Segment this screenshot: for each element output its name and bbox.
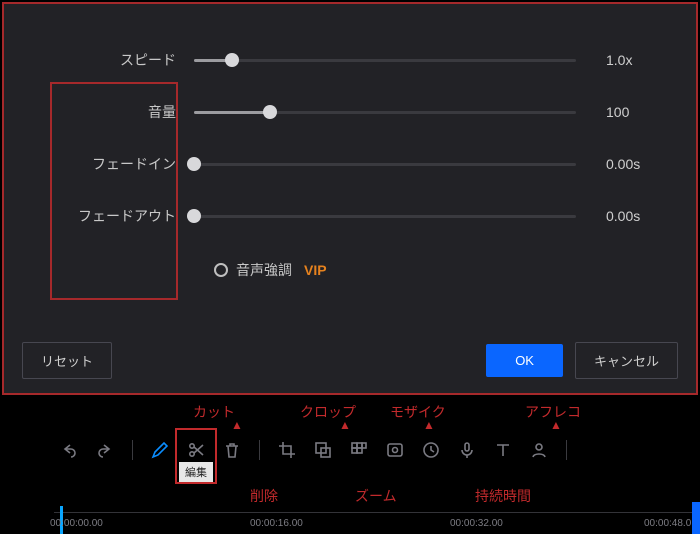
fadeout-label: フェードアウト <box>34 206 194 226</box>
mosaic-icon[interactable] <box>346 437 372 463</box>
delete-trash-icon[interactable] <box>219 437 245 463</box>
voiceover-mic-icon[interactable] <box>454 437 480 463</box>
edit-label[interactable]: 編集 <box>179 462 213 482</box>
ann-zoom: ズーム <box>355 486 397 506</box>
redo-icon[interactable] <box>92 437 118 463</box>
ok-button[interactable]: OK <box>486 344 563 377</box>
arrow-icon: ▲ <box>550 420 562 430</box>
fadein-value: 0.00s <box>576 156 666 172</box>
cut-scissors-icon[interactable] <box>183 437 209 463</box>
right-handle[interactable] <box>692 502 700 534</box>
separator <box>132 440 133 460</box>
ann-duration: 持続時間 <box>475 486 531 506</box>
ann-mosaic: モザイク <box>390 402 446 422</box>
radio-icon[interactable] <box>214 263 228 277</box>
duration-clock-icon[interactable] <box>418 437 444 463</box>
volume-slider[interactable] <box>194 102 576 122</box>
arrow-icon: ▲ <box>231 420 243 430</box>
fadeout-value: 0.00s <box>576 208 666 224</box>
timeline[interactable]: 00:00:00.00 00:00:16.00 00:00:32.00 00:0… <box>0 506 700 532</box>
volume-value: 100 <box>576 104 666 120</box>
speed-value: 1.0x <box>576 52 666 68</box>
speed-slider[interactable] <box>194 50 576 70</box>
fadeout-row: フェードアウト 0.00s <box>34 190 666 242</box>
fadein-slider[interactable] <box>194 154 576 174</box>
zoom-icon[interactable] <box>310 437 336 463</box>
undo-icon[interactable] <box>56 437 82 463</box>
toolbar <box>0 432 700 468</box>
voice-emphasis-row[interactable]: 音声強調 VIP <box>214 260 666 280</box>
voice-emphasis-label: 音声強調 <box>236 260 292 280</box>
speed-row: スピード 1.0x <box>34 34 666 86</box>
annotation-row-bottom: 削除 ズーム 持続時間 <box>0 486 700 508</box>
volume-label: 音量 <box>34 102 194 122</box>
settings-dialog: スピード 1.0x 音量 100 フェードイン 0.00s フェードア <box>2 2 698 395</box>
crop-icon[interactable] <box>274 437 300 463</box>
time-label: 00:00:16.00 <box>250 518 303 529</box>
ann-delete: 削除 <box>250 486 278 506</box>
fadein-label: フェードイン <box>34 154 194 174</box>
arrow-icon: ▲ <box>423 420 435 430</box>
ann-cut: カット <box>193 402 235 422</box>
time-label: 00:00:00.00 <box>50 518 103 529</box>
freeze-frame-icon[interactable] <box>382 437 408 463</box>
annotation-row-top: カット クロップ モザイク アフレコ ▲ ▲ ▲ ▲ <box>0 402 700 426</box>
vip-badge: VIP <box>304 262 327 278</box>
arrow-icon: ▲ <box>339 420 351 430</box>
user-icon[interactable] <box>526 437 552 463</box>
edit-pencil-icon[interactable] <box>147 437 173 463</box>
time-label: 00:00:32.00 <box>450 518 503 529</box>
reset-button[interactable]: リセット <box>22 342 112 379</box>
separator <box>259 440 260 460</box>
fadein-row: フェードイン 0.00s <box>34 138 666 190</box>
text-icon[interactable] <box>490 437 516 463</box>
dialog-button-bar: リセット OK キャンセル <box>4 342 696 379</box>
separator <box>566 440 567 460</box>
volume-row: 音量 100 <box>34 86 666 138</box>
cancel-button[interactable]: キャンセル <box>575 342 678 379</box>
speed-label: スピード <box>34 50 194 70</box>
slider-group: スピード 1.0x 音量 100 フェードイン 0.00s フェードア <box>4 4 696 280</box>
time-label: 00:00:48.0 <box>644 518 691 529</box>
fadeout-slider[interactable] <box>194 206 576 226</box>
